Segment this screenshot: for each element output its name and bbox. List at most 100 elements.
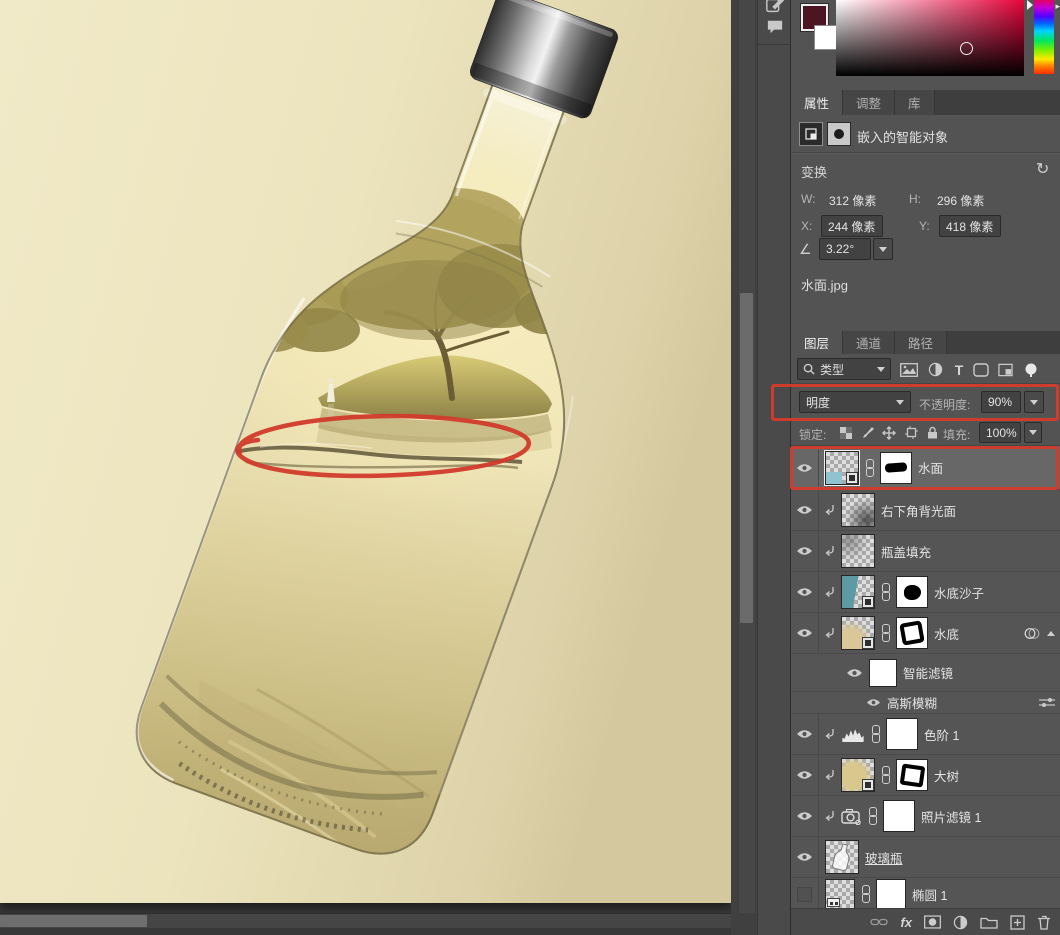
vector-mask-thumbnail[interactable] bbox=[876, 879, 906, 909]
smart-filter-icon[interactable] bbox=[1024, 627, 1044, 640]
layer-thumbnail[interactable] bbox=[825, 840, 859, 874]
visibility-toggle[interactable] bbox=[791, 446, 819, 489]
layer-row-shuidi[interactable]: 水底 bbox=[791, 613, 1060, 654]
layer-row-zhaopianlvjing[interactable]: 照片滤镜 1 bbox=[791, 796, 1060, 837]
angle-input[interactable]: 3.22° bbox=[819, 238, 871, 260]
layer-style-fx-icon[interactable]: fx bbox=[900, 915, 912, 930]
mask-properties-icon[interactable] bbox=[827, 122, 851, 146]
opacity-input[interactable]: 90% bbox=[981, 391, 1021, 413]
layer-name[interactable]: 照片滤镜 1 bbox=[921, 807, 981, 826]
layer-row-shuidishazi[interactable]: 水底沙子 bbox=[791, 572, 1060, 613]
visibility-toggle[interactable] bbox=[791, 837, 819, 877]
filter-type-layers-icon[interactable]: T bbox=[949, 361, 969, 378]
layer-name[interactable]: 右下角背光面 bbox=[881, 501, 956, 520]
layer-thumbnail[interactable] bbox=[825, 451, 859, 485]
lock-all-icon[interactable] bbox=[923, 424, 941, 441]
comment-dock-icon[interactable] bbox=[763, 16, 787, 38]
filter-shape-layers-icon[interactable] bbox=[971, 361, 991, 378]
filter-blending-options-icon[interactable] bbox=[1039, 697, 1055, 708]
lock-transparency-icon[interactable] bbox=[837, 424, 855, 441]
panel-flyout-arrow[interactable]: ▸ bbox=[1055, 1, 1058, 12]
edit-tool-dock-icon[interactable] bbox=[763, 0, 787, 16]
opacity-dropdown-button[interactable] bbox=[1024, 391, 1044, 413]
visibility-toggle[interactable] bbox=[866, 697, 881, 708]
gaussian-blur-filter-row[interactable]: 高斯模糊 bbox=[791, 692, 1060, 714]
layer-name[interactable]: 色阶 1 bbox=[924, 725, 959, 744]
tab-adjustments[interactable]: 调整 bbox=[843, 90, 895, 115]
tab-libraries[interactable]: 库 bbox=[895, 90, 935, 115]
visibility-toggle[interactable] bbox=[846, 667, 863, 679]
layer-mask-thumbnail[interactable] bbox=[896, 759, 928, 791]
visibility-toggle[interactable] bbox=[791, 878, 819, 910]
layer-mask-thumbnail[interactable] bbox=[896, 617, 928, 649]
layer-row-bolipinng[interactable]: 玻璃瓶 bbox=[791, 837, 1060, 878]
filter-adjustment-layers-icon[interactable] bbox=[925, 361, 945, 378]
layer-row-tuoyuan[interactable]: 椭圆 1 bbox=[791, 878, 1060, 910]
reset-transform-icon[interactable]: ↺ bbox=[1036, 159, 1049, 179]
new-adjustment-layer-icon[interactable] bbox=[953, 915, 968, 930]
canvas-area[interactable]: › bbox=[0, 0, 731, 935]
hidden-eye-checkbox[interactable] bbox=[797, 887, 812, 902]
visibility-toggle[interactable] bbox=[791, 714, 819, 754]
visibility-toggle[interactable] bbox=[791, 613, 819, 653]
photo-filter-camera-icon[interactable] bbox=[841, 808, 862, 825]
lock-artboard-icon[interactable] bbox=[902, 424, 920, 441]
visibility-toggle[interactable] bbox=[791, 572, 819, 612]
lock-pixels-brush-icon[interactable] bbox=[859, 424, 877, 441]
filter-smart-object-icon[interactable] bbox=[995, 361, 1015, 378]
layer-thumbnail[interactable] bbox=[841, 758, 875, 792]
saturation-brightness-map[interactable] bbox=[836, 0, 1024, 76]
layer-name[interactable]: 水底 bbox=[934, 624, 959, 643]
visibility-toggle[interactable] bbox=[791, 755, 819, 795]
layer-row-beiguangmian[interactable]: 右下角背光面 bbox=[791, 490, 1060, 531]
layer-mask-thumbnail[interactable] bbox=[886, 718, 918, 750]
layer-thumbnail[interactable] bbox=[841, 575, 875, 609]
tab-channels[interactable]: 通道 bbox=[843, 331, 895, 354]
layer-mask-thumbnail[interactable] bbox=[896, 576, 928, 608]
new-layer-icon[interactable] bbox=[1010, 915, 1025, 930]
layer-row-shuimian[interactable]: 水面 bbox=[791, 446, 1060, 490]
smart-object-icon[interactable] bbox=[799, 122, 823, 146]
horizontal-scrollbar[interactable] bbox=[0, 913, 745, 928]
collapse-smart-filters-icon[interactable] bbox=[1047, 631, 1055, 636]
layer-thumbnail[interactable] bbox=[841, 534, 875, 568]
smart-filter-mask-thumbnail[interactable] bbox=[869, 659, 897, 687]
layer-mask-thumbnail[interactable] bbox=[883, 800, 915, 832]
visibility-toggle[interactable] bbox=[791, 531, 819, 571]
layer-name[interactable]: 玻璃瓶 bbox=[865, 848, 903, 867]
visibility-toggle[interactable] bbox=[791, 490, 819, 530]
layer-thumbnail[interactable] bbox=[825, 879, 855, 909]
layer-filter-type-select[interactable]: 类型 bbox=[797, 358, 891, 380]
y-input[interactable]: 418 像素 bbox=[939, 215, 1001, 237]
layer-thumbnail[interactable] bbox=[841, 616, 875, 650]
filter-pixel-layers-icon[interactable] bbox=[899, 361, 919, 378]
blend-mode-select[interactable]: 明度 bbox=[799, 391, 911, 413]
fill-dropdown-button[interactable] bbox=[1024, 422, 1042, 443]
layer-thumbnail[interactable] bbox=[841, 493, 875, 527]
tab-layers[interactable]: 图层 bbox=[791, 331, 843, 354]
tab-paths[interactable]: 路径 bbox=[895, 331, 947, 354]
layer-row-dashu[interactable]: 大树 bbox=[791, 755, 1060, 796]
delete-layer-trash-icon[interactable] bbox=[1037, 915, 1051, 930]
color-cursor[interactable] bbox=[960, 42, 973, 55]
layer-row-pinggaitianchong[interactable]: 瓶盖填充 bbox=[791, 531, 1060, 572]
layer-name[interactable]: 大树 bbox=[934, 766, 959, 785]
vertical-scrollbar[interactable] bbox=[739, 0, 755, 913]
filter-toggle-icon[interactable] bbox=[1021, 361, 1041, 378]
fill-input[interactable]: 100% bbox=[979, 422, 1021, 443]
layer-name[interactable]: 瓶盖填充 bbox=[881, 542, 931, 561]
layer-name[interactable]: 椭圆 1 bbox=[912, 885, 947, 904]
angle-dropdown-button[interactable] bbox=[873, 238, 893, 260]
levels-adjustment-icon[interactable] bbox=[841, 726, 865, 743]
layer-name[interactable]: 水底沙子 bbox=[934, 583, 984, 602]
filter-name[interactable]: 高斯模糊 bbox=[887, 693, 937, 712]
visibility-toggle[interactable] bbox=[791, 796, 819, 836]
layer-row-sejie[interactable]: 色阶 1 bbox=[791, 714, 1060, 755]
smart-filters-row[interactable]: 智能滤镜 bbox=[791, 654, 1060, 692]
new-group-folder-icon[interactable] bbox=[980, 916, 998, 929]
document-canvas[interactable] bbox=[0, 0, 731, 903]
layer-mask-thumbnail[interactable] bbox=[880, 452, 912, 484]
link-layers-icon[interactable] bbox=[870, 917, 888, 927]
horizontal-scrollbar-thumb[interactable] bbox=[0, 915, 147, 927]
hue-slider[interactable] bbox=[1034, 0, 1054, 74]
